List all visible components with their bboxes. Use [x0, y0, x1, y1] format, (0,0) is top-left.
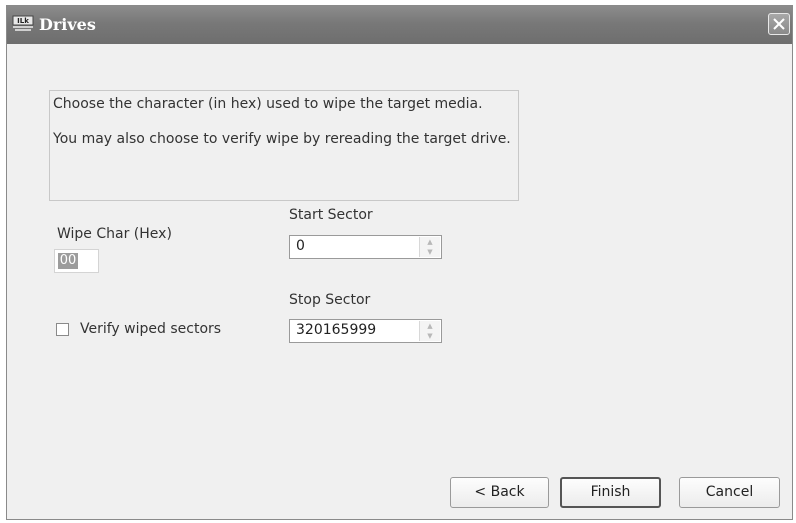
- start-sector-input[interactable]: 0 ▲ ▼: [289, 235, 442, 259]
- info-text-line-2: You may also choose to verify wipe by re…: [53, 131, 511, 147]
- spin-down-icon[interactable]: ▼: [420, 331, 440, 341]
- stop-sector-value: 320165999: [296, 322, 377, 338]
- wipe-char-input[interactable]: 00: [54, 249, 99, 273]
- window-title: Drives: [39, 15, 96, 34]
- close-icon: [773, 18, 785, 30]
- stop-sector-spinner[interactable]: ▲ ▼: [419, 321, 440, 341]
- cancel-button[interactable]: Cancel: [679, 477, 780, 508]
- wipe-char-value: 00: [58, 253, 78, 269]
- svg-text:ILk: ILk: [17, 17, 29, 25]
- stop-sector-label: Stop Sector: [289, 292, 371, 308]
- verify-wiped-label: Verify wiped sectors: [80, 321, 222, 337]
- info-text-line-1: Choose the character (in hex) used to wi…: [53, 96, 483, 112]
- back-button[interactable]: < Back: [450, 477, 549, 508]
- close-button[interactable]: [768, 13, 790, 35]
- verify-wiped-checkbox[interactable]: [56, 323, 69, 336]
- info-panel: Choose the character (in hex) used to wi…: [49, 90, 519, 201]
- wipe-char-label: Wipe Char (Hex): [57, 226, 172, 242]
- app-logo-icon: ILk: [12, 15, 34, 31]
- start-sector-spinner[interactable]: ▲ ▼: [419, 237, 440, 257]
- title-bar[interactable]: ILk Drives: [7, 6, 792, 44]
- start-sector-value: 0: [296, 238, 305, 254]
- start-sector-label: Start Sector: [289, 207, 373, 223]
- drives-dialog: ILk Drives Choose the character (in hex)…: [6, 5, 793, 520]
- finish-button[interactable]: Finish: [560, 477, 661, 508]
- stop-sector-input[interactable]: 320165999 ▲ ▼: [289, 319, 442, 343]
- spin-down-icon[interactable]: ▼: [420, 247, 440, 257]
